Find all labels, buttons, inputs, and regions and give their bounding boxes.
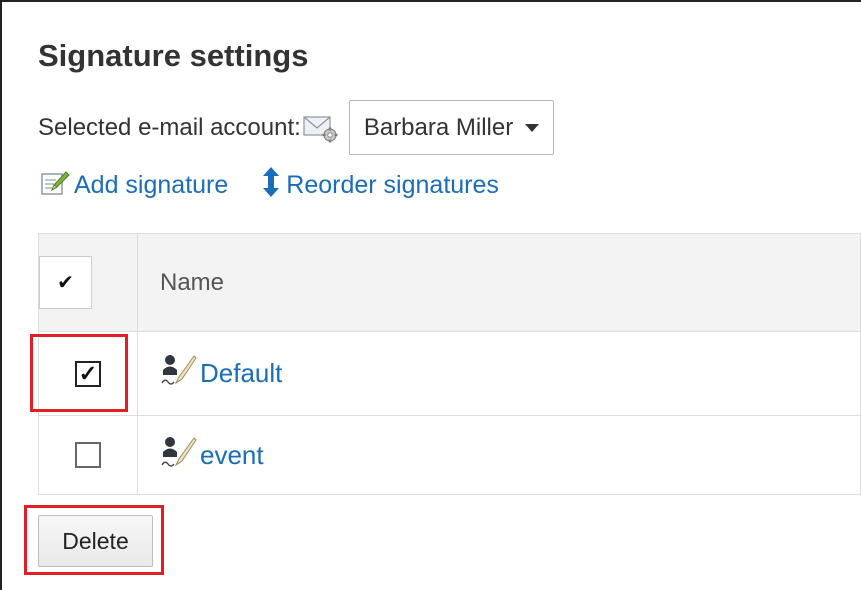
signature-pen-icon [158,353,198,394]
signature-link-default[interactable]: Default [158,353,282,394]
add-signature-link[interactable]: Add signature [40,168,228,203]
signatures-table: ✔ Name ✓ Default event [38,233,861,495]
column-header-name: Name [137,233,861,332]
edit-note-icon [40,168,70,203]
account-selector-row: Selected e-mail account: Barbara Miller [38,100,555,155]
check-icon: ✓ [78,360,98,386]
signature-name: Default [200,358,283,388]
signature-link-event[interactable]: event [158,435,264,476]
row-checkbox-event[interactable] [75,442,101,468]
page-title: Signature settings [38,38,309,73]
delete-button[interactable]: Delete [38,515,153,567]
signature-actions: Add signature Reorder signatures [40,165,499,205]
name-cell: event [137,415,861,495]
select-all-checkbox[interactable]: ✔ [39,256,92,309]
signature-pen-icon [158,435,198,476]
account-label: Selected e-mail account: [38,113,301,141]
signature-name: event [200,439,264,470]
name-cell: Default [137,331,861,416]
table-header-row: ✔ Name [38,233,861,332]
table-row: event [38,415,861,495]
row-checkbox-cell [38,415,138,495]
reorder-signatures-label: Reorder signatures [286,170,499,199]
reorder-signatures-link[interactable]: Reorder signatures [260,166,499,205]
select-all-cell: ✔ [38,233,138,332]
chevron-down-icon [525,123,540,132]
row-checkbox-default[interactable]: ✓ [75,360,101,387]
vertical-arrows-icon [260,166,282,205]
table-row: ✓ Default [38,331,861,416]
check-icon: ✔ [57,272,74,294]
account-select[interactable]: Barbara Miller [348,100,555,155]
account-select-value: Barbara Miller [363,113,514,141]
add-signature-label: Add signature [74,170,229,199]
mail-settings-icon [303,111,339,145]
row-checkbox-cell: ✓ [38,331,138,416]
